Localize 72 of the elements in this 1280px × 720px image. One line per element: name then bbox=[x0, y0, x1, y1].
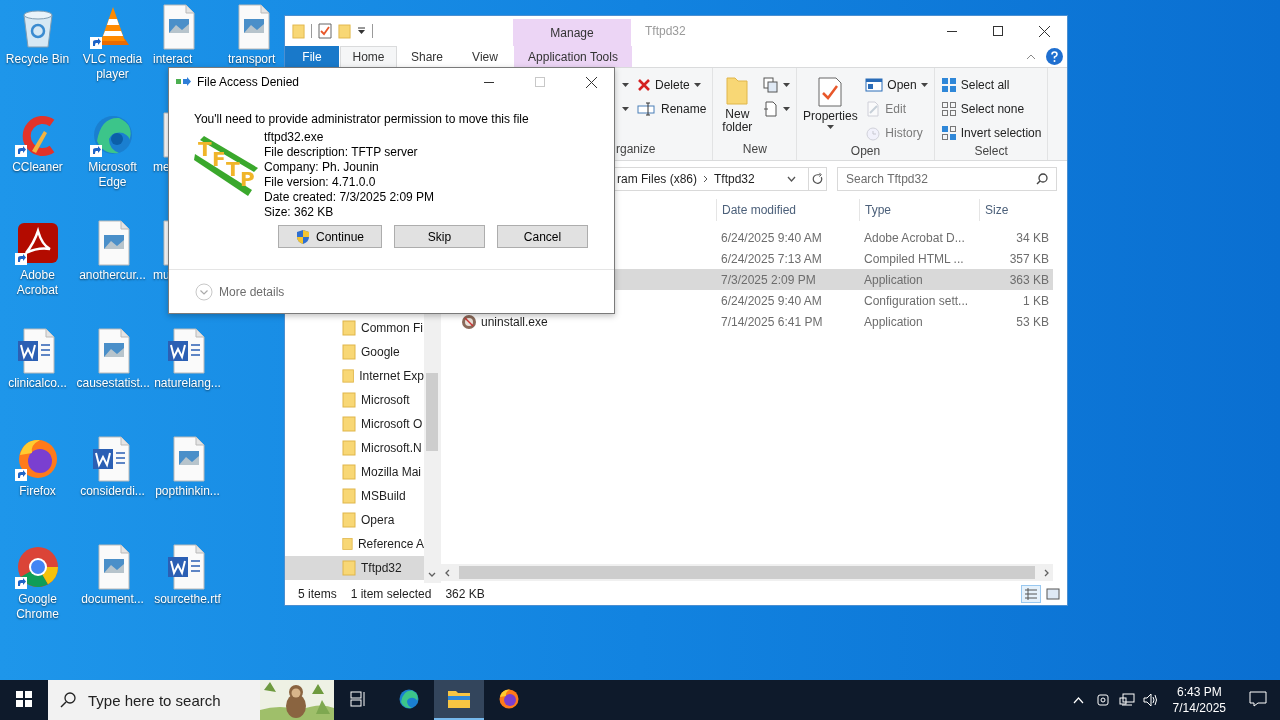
nav-item[interactable]: MSBuild bbox=[285, 484, 424, 508]
dialog-message: You'll need to provide administrator permission to move this file bbox=[194, 111, 530, 128]
item-count: 5 items bbox=[298, 587, 337, 601]
time: 6:43 PM bbox=[1176, 684, 1222, 700]
size-cell-text: 34 KB bbox=[1015, 230, 1050, 245]
file-row[interactable]: uninstall.exe 7/14/2025 6:41 PM Application 53 KB bbox=[441, 311, 1053, 332]
size-cell-text: 53 KB bbox=[1015, 314, 1050, 329]
size-cell-text: 363 KB bbox=[1008, 272, 1050, 287]
selection-info: 1 item selected bbox=[350, 587, 432, 601]
type-cell-text: Application bbox=[863, 272, 924, 287]
ribbon-button[interactable]: Delete bbox=[637, 74, 707, 96]
file-detail: Date created: 7/3/2025 2:09 PM bbox=[264, 190, 435, 205]
nav-item[interactable]: Mozilla Mai bbox=[285, 460, 424, 484]
file-detail: tftpd32.exe bbox=[264, 130, 325, 145]
ribbon-tab[interactable]: View bbox=[457, 46, 513, 67]
clock[interactable]: 6:43 PM 7/14/2025 bbox=[1162, 684, 1236, 716]
ribbon-button[interactable]: Open bbox=[865, 74, 928, 96]
group-label: Select bbox=[974, 144, 1008, 160]
breadcrumb[interactable]: ram Files (x86) bbox=[617, 171, 697, 186]
ribbon-button[interactable]: Invert selection bbox=[940, 122, 1042, 144]
dialog-title: File Access Denied bbox=[197, 75, 301, 89]
column-header[interactable]: Date modified bbox=[716, 199, 859, 221]
date-cell-text: 6/24/2025 7:13 AM bbox=[720, 251, 823, 266]
breadcrumb[interactable]: Tftpd32 bbox=[714, 171, 755, 186]
ribbon-button[interactable]: New folder bbox=[719, 72, 756, 142]
context-tab-header: Manage bbox=[513, 19, 631, 46]
nav-item[interactable]: Microsoft.N bbox=[285, 436, 424, 460]
ribbon-button[interactable]: Properties bbox=[803, 72, 858, 144]
nav-item[interactable]: Opera bbox=[285, 508, 424, 532]
ribbon-button[interactable]: Rename bbox=[637, 98, 707, 120]
type-cell-text: Adobe Acrobat D... bbox=[863, 230, 966, 245]
group-label: Open bbox=[850, 144, 881, 160]
size-cell-text: 357 KB bbox=[1008, 251, 1050, 266]
ribbon-button[interactable]: Select none bbox=[940, 98, 1042, 120]
nav-item[interactable]: Microsoft bbox=[285, 388, 424, 412]
dialog-button[interactable]: Cancel bbox=[497, 225, 588, 248]
nav-item[interactable]: Microsoft O bbox=[285, 412, 424, 436]
date-cell-text: 7/3/2025 2:09 PM bbox=[720, 272, 817, 287]
ribbon-tab[interactable]: File bbox=[285, 46, 339, 67]
type-cell-text: Compiled HTML ... bbox=[863, 251, 965, 266]
type-cell-text: Application bbox=[863, 314, 924, 329]
nav-item[interactable]: Google bbox=[285, 340, 424, 364]
file-name: uninstall.exe bbox=[481, 314, 548, 329]
dialog-button[interactable]: Skip bbox=[394, 225, 485, 248]
file-detail: File version: 4.71.0.0 bbox=[264, 175, 377, 190]
type-cell-text: Configuration sett... bbox=[863, 293, 970, 308]
column-header[interactable]: Type bbox=[859, 199, 979, 221]
group-label: rganize bbox=[616, 142, 656, 158]
nav-item[interactable]: Tftpd32 bbox=[285, 556, 424, 580]
date-cell-text: 6/24/2025 9:40 AM bbox=[720, 230, 823, 245]
more-details-button[interactable]: More details bbox=[195, 282, 285, 301]
column-header[interactable]: Size bbox=[979, 199, 1053, 221]
date: 7/14/2025 bbox=[1172, 700, 1226, 716]
window-title: Tftpd32 bbox=[645, 24, 686, 38]
ribbon-tab[interactable]: Application Tools bbox=[514, 46, 632, 67]
nav-item[interactable]: Internet Exp bbox=[285, 364, 424, 388]
search-field[interactable]: Search Tftpd32 bbox=[837, 166, 1057, 191]
selection-size: 362 KB bbox=[445, 587, 485, 601]
dialog-button[interactable]: Continue bbox=[278, 225, 382, 248]
size-cell-text: 1 KB bbox=[1022, 293, 1050, 308]
file-detail: Size: 362 KB bbox=[264, 205, 335, 220]
ribbon-tab[interactable]: Share bbox=[398, 46, 456, 67]
date-cell-text: 6/24/2025 9:40 AM bbox=[720, 293, 823, 308]
file-detail: Company: Ph. Jounin bbox=[264, 160, 380, 175]
nav-item[interactable]: Common Fi bbox=[285, 316, 424, 340]
file-detail: File description: TFTP server bbox=[264, 145, 419, 160]
search-input[interactable]: Search Tftpd32 bbox=[846, 171, 1036, 186]
nav-item[interactable]: Reference A bbox=[285, 532, 424, 556]
group-label: New bbox=[742, 142, 767, 158]
date-cell-text: 7/14/2025 6:41 PM bbox=[720, 314, 824, 329]
ribbon-tab[interactable]: Home bbox=[340, 46, 397, 67]
ribbon-button[interactable]: Select all bbox=[940, 74, 1042, 96]
